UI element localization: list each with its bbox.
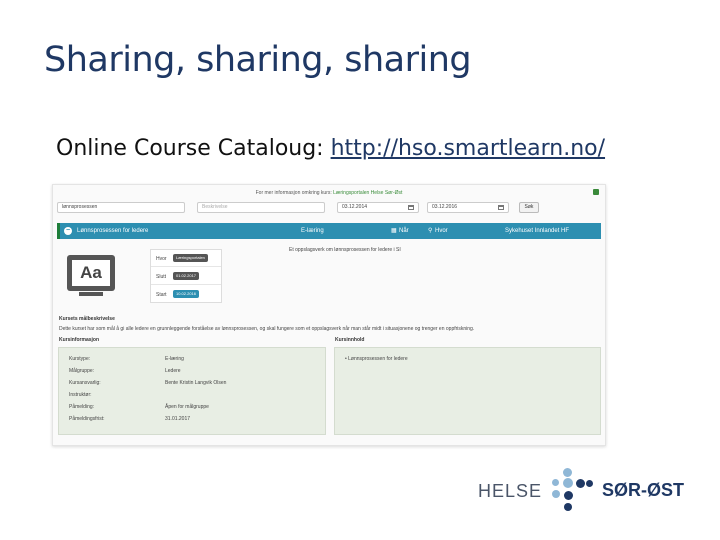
detail-badge: 01.02.2017 <box>173 272 200 280</box>
calendar-icon[interactable] <box>498 205 504 210</box>
collapse-icon[interactable]: − <box>64 227 72 235</box>
logo-dot <box>564 491 573 500</box>
course-details-table: Hvor Læringsportalen Slutt 01.02.2017 St… <box>150 249 222 303</box>
logo-dot <box>563 478 573 488</box>
detail-row: Start 10.02.2016 <box>151 286 221 303</box>
slide-title: Sharing, sharing, sharing <box>44 40 472 80</box>
slide-subtitle: Online Course Cataloug: http://hso.smart… <box>56 136 605 161</box>
detail-badge: 10.02.2016 <box>173 290 200 298</box>
date-from-input[interactable]: 03.12.2014 <box>337 202 419 213</box>
logo-left-word: HELSE <box>478 481 543 501</box>
monitor-base <box>79 292 103 296</box>
when-label: Når <box>399 228 409 234</box>
where-label: Hvor <box>435 228 448 234</box>
info-key: Påmeldingsfrist: <box>69 416 105 422</box>
search-button[interactable]: Søk <box>519 202 539 213</box>
location-pin-icon: ⚲ <box>428 228 433 234</box>
content-item-label: Lønnsprosessen for ledere <box>348 356 408 362</box>
accent-edge <box>57 223 60 239</box>
short-description: Et oppslagsverk om lønnsprosessen for le… <box>289 247 401 253</box>
organization: Sykehuset Innlandet HF <box>505 228 570 234</box>
search-row: lønnsprosessen Beskrivelse 03.12.2014 03… <box>57 202 601 214</box>
info-value: E-læring <box>165 356 184 362</box>
description-input[interactable]: Beskrivelse <box>197 202 325 213</box>
detail-label: Hvor <box>156 256 167 262</box>
logo-dot <box>552 490 560 498</box>
info-value: Ledere <box>165 368 181 374</box>
logo-dot <box>576 479 585 488</box>
info-link[interactable]: Læringsportalen Helse Sør-Øst <box>333 190 402 196</box>
info-key: Påmelding: <box>69 404 95 410</box>
info-key: Kurstype: <box>69 356 91 362</box>
date-to-input[interactable]: 03.12.2016 <box>427 202 509 213</box>
helse-sor-ost-logo: HELSE SØR-ØST <box>478 466 690 514</box>
goal-section-text: Dette kurset har som mål å gi alle leder… <box>59 326 475 332</box>
detail-badge: Læringsportalen <box>173 254 208 262</box>
info-value: Bente Kristin Langvik Olsen <box>165 380 227 386</box>
detail-label: Slutt <box>156 274 167 280</box>
logo-dot <box>563 468 572 477</box>
catalog-link[interactable]: http://hso.smartlearn.no/ <box>331 136 605 161</box>
keyword-input[interactable]: lønnsprosessen <box>57 202 185 213</box>
info-value: 31.01.2017 <box>165 416 191 422</box>
subtitle-prefix: Online Course Cataloug: <box>56 136 331 161</box>
info-line: For mer informasjon omkring kurs: Læring… <box>53 190 605 196</box>
elearning-icon: Aa <box>67 255 115 297</box>
course-header-bar[interactable]: − Lønnsprosessen for ledere E-læring ▦ N… <box>57 223 601 239</box>
detail-row: Hvor Læringsportalen <box>151 250 221 267</box>
monitor-text: Aa <box>72 260 110 286</box>
course-catalog-screenshot: For mer informasjon omkring kurs: Læring… <box>52 184 606 446</box>
course-info-title: Kursinformasjon <box>59 337 100 343</box>
course-title: Lønnsprosessen for ledere <box>77 228 149 234</box>
course-content-title: Kursinnhold <box>335 337 365 343</box>
content-item: • Lønnsprosessen for ledere <box>345 356 408 362</box>
info-value: Åpen for målgruppe <box>165 404 209 410</box>
info-key: Kursansvarlig: <box>69 380 101 386</box>
logo-dot <box>564 503 572 511</box>
logo-right-word: SØR-ØST <box>602 480 685 500</box>
info-key: Instruktør: <box>69 392 92 398</box>
detail-label: Start <box>156 292 167 298</box>
goal-section-title: Kursets målbeskrivelse <box>59 316 115 322</box>
calendar-icon[interactable] <box>408 205 414 210</box>
excel-export-icon[interactable] <box>593 189 599 195</box>
course-content-panel: • Lønnsprosessen for ledere <box>334 347 601 435</box>
course-type: E-læring <box>301 228 324 234</box>
date-to-value: 03.12.2016 <box>432 204 458 210</box>
detail-row: Slutt 01.02.2017 <box>151 268 221 285</box>
logo-dot <box>552 479 559 486</box>
monitor-screen: Aa <box>67 255 115 291</box>
course-info-panel: Kurstype: E-læring Målgruppe: Ledere Kur… <box>58 347 326 435</box>
calendar-icon: ▦ <box>391 228 397 234</box>
info-key: Målgruppe: <box>69 368 95 374</box>
date-from-value: 03.12.2014 <box>342 204 368 210</box>
info-prefix: For mer informasjon omkring kurs: <box>255 190 334 196</box>
logo-dot <box>586 480 593 487</box>
